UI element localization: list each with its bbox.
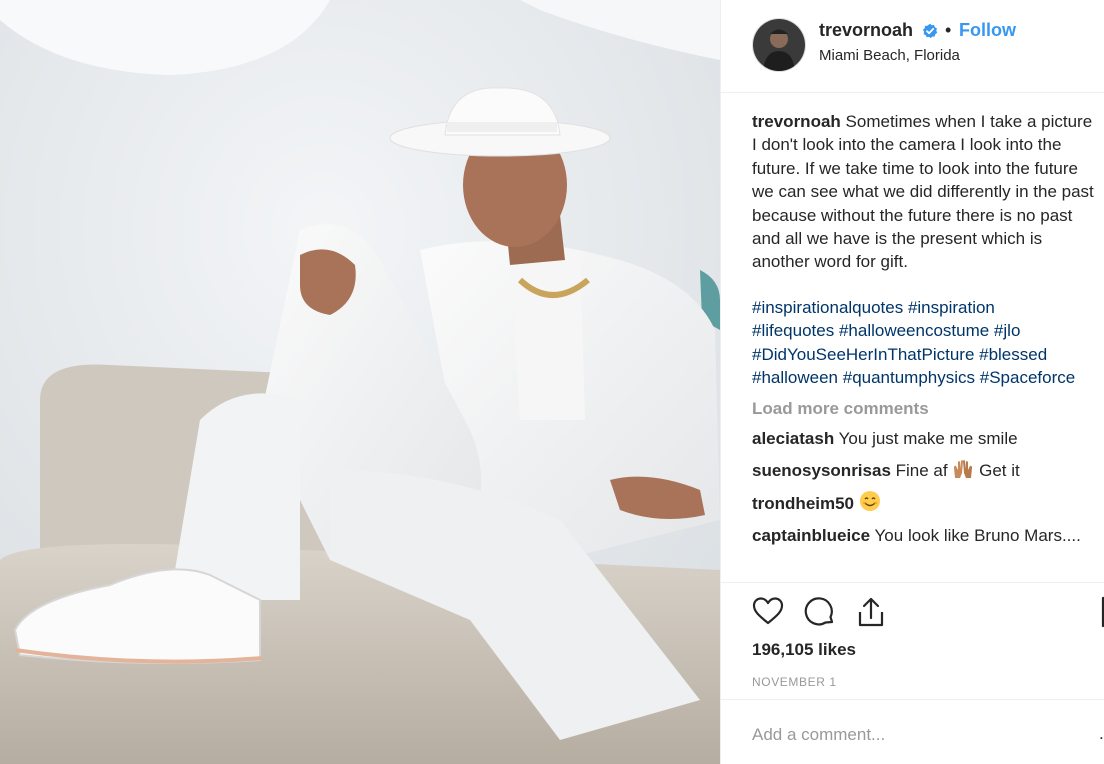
comment-text: Fine af <box>895 460 948 480</box>
caption-text: Sometimes when I take a picture I don't … <box>752 112 1094 272</box>
comment-item: trondheim50 <box>752 490 1104 515</box>
likes-count[interactable]: 196,105 likes <box>752 640 856 660</box>
hashtag-block: #inspirationalquotes #inspiration #lifeq… <box>752 296 1104 390</box>
comment-username[interactable]: captainblueice <box>752 526 870 545</box>
share-icon[interactable] <box>856 596 886 628</box>
more-options-button[interactable]: ... <box>1099 724 1104 744</box>
comment-username[interactable]: suenosysonrisas <box>752 461 891 480</box>
avatar[interactable] <box>752 18 806 72</box>
separator-dot: • <box>945 20 952 40</box>
load-more-comments-button[interactable]: Load more comments <box>752 399 1104 419</box>
comments-divider <box>721 582 1104 583</box>
post-photo[interactable] <box>0 0 720 764</box>
raised-hands-emoji-icon <box>954 459 973 478</box>
post-actions <box>752 596 1104 628</box>
hashtag-line[interactable]: #inspirationalquotes #inspiration <box>752 296 1104 319</box>
smiling-face-emoji-icon <box>859 491 880 512</box>
header-divider <box>721 92 1104 93</box>
comment-item: aleciatash You just make me smile <box>752 427 1104 450</box>
caption: trevornoah Sometimes when I take a pictu… <box>752 110 1100 274</box>
avatar-image <box>753 19 805 71</box>
comment-item: suenosysonrisas Fine af Get it <box>752 459 1104 482</box>
comment-icon[interactable] <box>804 596 836 628</box>
bookmark-icon[interactable] <box>1100 596 1104 628</box>
caption-username[interactable]: trevornoah <box>752 112 841 131</box>
comment-text: You just make me smile <box>838 429 1018 449</box>
post-date[interactable]: NOVEMBER 1 <box>752 675 837 689</box>
comment-username[interactable]: trondheim50 <box>752 494 854 513</box>
location-link[interactable]: Miami Beach, Florida <box>819 47 960 64</box>
comments-list[interactable]: trevornoah Sometimes when I take a pictu… <box>752 110 1104 580</box>
photo-illustration <box>0 0 720 764</box>
comment-text-after: Get it <box>979 460 1020 480</box>
footer-divider <box>721 699 1104 700</box>
hashtag-line[interactable]: #halloween #quantumphysics #Spaceforce <box>752 366 1104 389</box>
heart-icon[interactable] <box>752 596 784 626</box>
comment-item: captainblueice You look like Bruno Mars.… <box>752 524 1104 547</box>
comment-text: You look like Bruno Mars.... <box>874 525 1081 545</box>
hashtag-line[interactable]: #lifequotes #halloweencostume #jlo <box>752 319 1104 342</box>
verified-badge-icon <box>922 23 938 38</box>
follow-button[interactable]: Follow <box>959 20 1016 41</box>
comment-username[interactable]: aleciatash <box>752 429 834 448</box>
post-header: trevornoah • Follow Miami Beach, Florida <box>721 0 1104 92</box>
post-details-panel: trevornoah • Follow Miami Beach, Florida… <box>721 0 1104 764</box>
post-username[interactable]: trevornoah <box>819 20 913 41</box>
hashtag-line[interactable]: #DidYouSeeHerInThatPicture #blessed <box>752 343 1104 366</box>
add-comment-input[interactable] <box>752 724 1082 746</box>
